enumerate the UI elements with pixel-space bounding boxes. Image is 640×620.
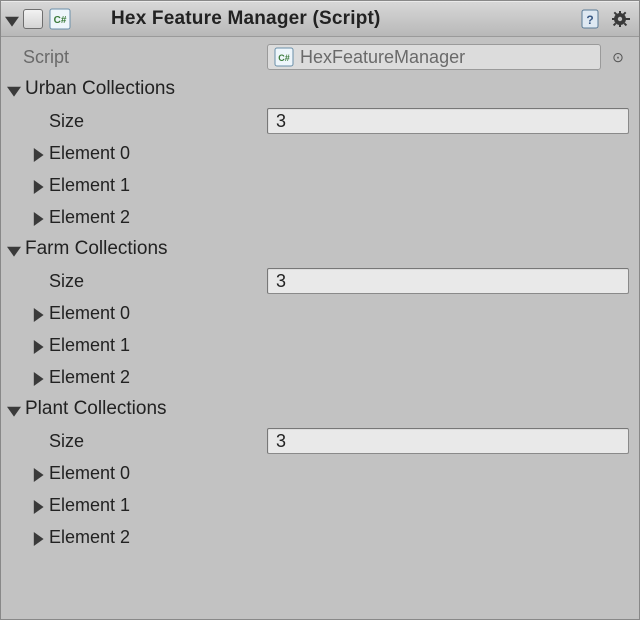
component-header[interactable]: C# Hex Feature Manager (Script) ?	[1, 1, 639, 37]
foldout-right-icon[interactable]	[31, 338, 45, 352]
svg-text:C#: C#	[278, 53, 290, 63]
collection-header[interactable]: Urban Collections	[1, 73, 639, 105]
foldout-down-icon[interactable]	[7, 82, 21, 96]
size-row: Size 3	[1, 265, 639, 297]
element-row[interactable]: Element 1	[1, 329, 639, 361]
svg-text:C#: C#	[54, 15, 67, 26]
collection-name: Plant Collections	[25, 398, 167, 420]
help-icon[interactable]: ?	[581, 8, 603, 30]
csharp-script-icon: C#	[49, 8, 71, 30]
foldout-right-icon[interactable]	[31, 466, 45, 480]
svg-text:?: ?	[586, 13, 593, 27]
foldout-right-icon[interactable]	[31, 306, 45, 320]
size-input[interactable]: 3	[267, 268, 629, 294]
element-row[interactable]: Element 2	[1, 201, 639, 233]
script-object-field[interactable]: C# HexFeatureManager	[267, 44, 601, 70]
object-picker-icon[interactable]: ⊙	[607, 49, 629, 66]
foldout-right-icon[interactable]	[31, 178, 45, 192]
foldout-right-icon[interactable]	[31, 146, 45, 160]
element-label: Element 0	[49, 143, 130, 164]
inspector-component-panel: C# Hex Feature Manager (Script) ?	[0, 0, 640, 620]
foldout-right-icon[interactable]	[31, 370, 45, 384]
component-title: Hex Feature Manager (Script)	[75, 8, 581, 30]
collection-name: Farm Collections	[25, 238, 168, 260]
csharp-mini-icon: C#	[274, 47, 294, 67]
foldout-down-icon[interactable]	[7, 402, 21, 416]
script-row: Script C# HexFeatureManager ⊙	[1, 41, 639, 73]
script-label: Script	[1, 47, 267, 68]
foldout-right-icon[interactable]	[31, 210, 45, 224]
component-enable-checkbox[interactable]	[23, 9, 43, 29]
element-label: Element 0	[49, 303, 130, 324]
element-label: Element 1	[49, 175, 130, 196]
element-row[interactable]: Element 2	[1, 361, 639, 393]
size-input[interactable]: 3	[267, 108, 629, 134]
element-label: Element 0	[49, 463, 130, 484]
element-row[interactable]: Element 0	[1, 137, 639, 169]
element-label: Element 1	[49, 335, 130, 356]
foldout-right-icon[interactable]	[31, 498, 45, 512]
size-label: Size	[23, 431, 84, 452]
element-label: Element 2	[49, 367, 130, 388]
element-row[interactable]: Element 0	[1, 457, 639, 489]
element-label: Element 2	[49, 527, 130, 548]
size-row: Size 3	[1, 105, 639, 137]
size-label: Size	[23, 271, 84, 292]
element-row[interactable]: Element 0	[1, 297, 639, 329]
size-input[interactable]: 3	[267, 428, 629, 454]
collection-header[interactable]: Plant Collections	[1, 393, 639, 425]
gear-icon[interactable]	[611, 8, 633, 30]
element-label: Element 2	[49, 207, 130, 228]
foldout-right-icon[interactable]	[31, 530, 45, 544]
foldout-down-icon[interactable]	[7, 242, 21, 256]
component-foldout-icon[interactable]	[5, 12, 19, 26]
element-row[interactable]: Element 2	[1, 521, 639, 553]
collection-header[interactable]: Farm Collections	[1, 233, 639, 265]
element-row[interactable]: Element 1	[1, 489, 639, 521]
element-row[interactable]: Element 1	[1, 169, 639, 201]
size-row: Size 3	[1, 425, 639, 457]
element-label: Element 1	[49, 495, 130, 516]
collections-container: Urban Collections Size 3 Element 0 Eleme…	[1, 73, 639, 553]
script-value: HexFeatureManager	[300, 47, 465, 68]
collection-name: Urban Collections	[25, 78, 175, 100]
size-label: Size	[23, 111, 84, 132]
